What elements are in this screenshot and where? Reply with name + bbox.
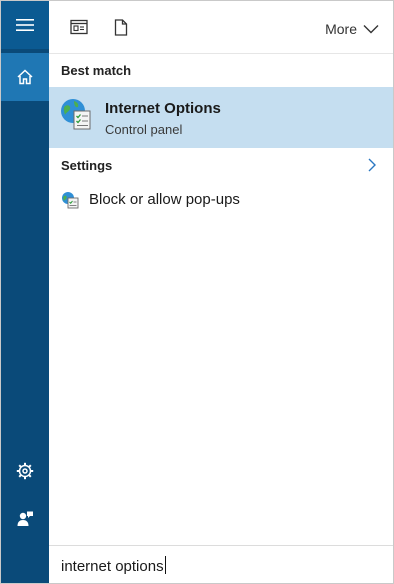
filter-toolbar: More: [49, 1, 393, 54]
internet-options-icon: [61, 99, 91, 130]
gear-icon: [16, 462, 34, 480]
search-query: internet options: [61, 558, 164, 575]
settings-button[interactable]: [1, 447, 49, 495]
menu-button[interactable]: [1, 1, 49, 49]
settings-result-item[interactable]: Block or allow pop-ups: [49, 185, 393, 215]
apps-filter-button[interactable]: [67, 15, 91, 39]
search-input-text-wrap: internet options: [61, 556, 166, 575]
search-box[interactable]: internet options: [49, 545, 393, 583]
best-match-heading: Best match: [61, 63, 132, 78]
left-rail: [1, 1, 49, 583]
feedback-icon: [17, 511, 33, 526]
documents-icon: [114, 18, 128, 36]
apps-icon: [70, 19, 88, 35]
more-label: More: [325, 21, 357, 37]
home-button[interactable]: [1, 53, 49, 101]
text-caret: [164, 556, 166, 574]
chevron-down-icon: [363, 25, 379, 34]
popup-settings-icon: [62, 192, 79, 209]
more-filters-button[interactable]: More: [325, 17, 379, 41]
start-search-panel: More Best match Internet Options Control…: [0, 0, 394, 584]
chevron-right-icon: [368, 158, 376, 172]
search-results-pane: More Best match Internet Options Control…: [49, 1, 393, 583]
result-title: Internet Options: [105, 100, 221, 117]
hamburger-menu-icon: [16, 19, 34, 31]
result-label: Block or allow pop-ups: [89, 191, 240, 208]
settings-heading: Settings: [61, 158, 113, 173]
home-icon: [17, 69, 33, 85]
best-match-result[interactable]: Internet Options Control panel: [49, 87, 393, 148]
settings-section-header[interactable]: Settings: [49, 151, 393, 179]
result-subtitle: Control panel: [105, 122, 183, 137]
feedback-button[interactable]: [1, 495, 49, 543]
documents-filter-button[interactable]: [109, 15, 133, 39]
